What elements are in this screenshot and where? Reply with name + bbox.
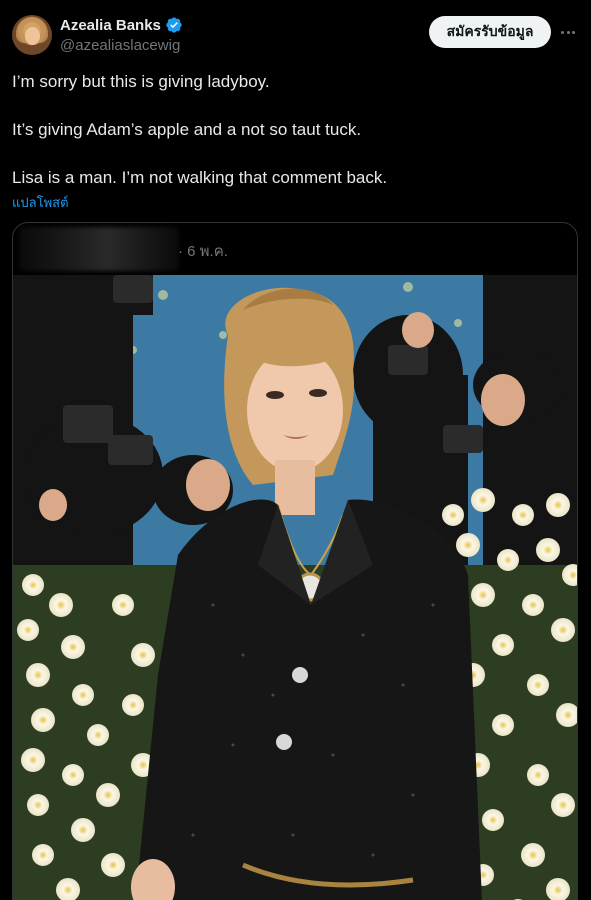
tweet-paragraph: Lisa is a man. I’m not walking that comm… xyxy=(12,168,388,187)
author-name-row: Azealia Banks xyxy=(60,16,183,34)
tweet-header: Azealia Banks @azealiaslacewig สมัครรับข… xyxy=(0,0,591,62)
tweet-paragraph: I’m sorry but this is giving ladyboy. xyxy=(12,72,270,91)
verified-badge-icon xyxy=(165,16,183,34)
author-handle[interactable]: @azealiaslacewig xyxy=(60,37,180,54)
tweet-paragraph: It’s giving Adam’s apple and a not so ta… xyxy=(12,120,362,139)
more-options-icon[interactable] xyxy=(558,22,578,42)
author-display-name[interactable]: Azealia Banks xyxy=(60,17,161,34)
translate-post-link[interactable]: แปลโพสต์ xyxy=(12,192,69,213)
quoted-post-card[interactable]: · 6 พ.ค. xyxy=(12,222,578,900)
tweet-text: I’m sorry but this is giving ladyboy. It… xyxy=(12,70,572,190)
avatar[interactable] xyxy=(12,15,52,55)
quoted-post-date[interactable]: · 6 พ.ค. xyxy=(178,239,228,263)
quoted-post-photo[interactable] xyxy=(13,275,577,900)
subscribe-button[interactable]: สมัครรับข้อมูล xyxy=(429,16,551,48)
blurred-author-info xyxy=(19,227,179,271)
quoted-post-header: · 6 พ.ค. xyxy=(13,223,577,275)
